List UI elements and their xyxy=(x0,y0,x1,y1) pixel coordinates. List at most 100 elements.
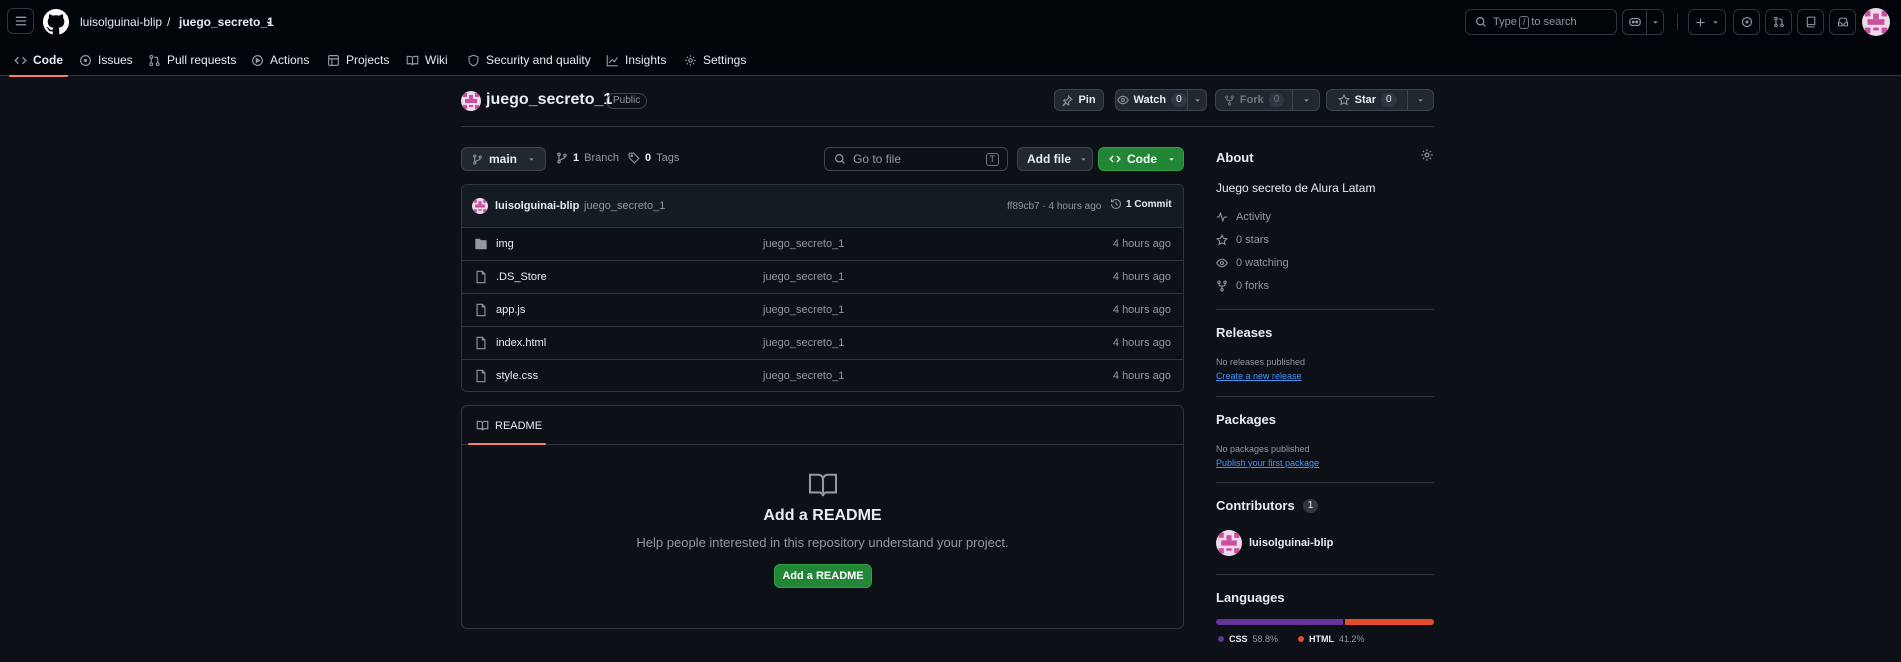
tab-settings[interactable]: Settings xyxy=(684,44,746,76)
contributors-heading[interactable]: Contributors 1 xyxy=(1216,498,1319,513)
github-logo[interactable] xyxy=(43,9,69,35)
file-commit-message[interactable]: juego_secreto_1 xyxy=(763,304,844,316)
tab-readme[interactable]: README xyxy=(476,419,542,432)
tab-wiki[interactable]: Wiki xyxy=(406,44,448,76)
copilot-button[interactable] xyxy=(1622,9,1664,35)
shield-icon xyxy=(468,54,479,66)
file-name[interactable]: app.js xyxy=(496,304,525,316)
repo-switcher-chevron-down-icon[interactable] xyxy=(264,18,274,28)
tab-security[interactable]: Security and quality xyxy=(467,44,591,76)
pull-requests-button[interactable] xyxy=(1765,9,1792,35)
tags-link[interactable]: 0 Tags xyxy=(628,152,679,164)
file-name[interactable]: img xyxy=(496,238,514,250)
commit-hash-time[interactable]: ff89cb7 · 4 hours ago xyxy=(1007,201,1101,212)
watch-segment[interactable]: Watch 0 xyxy=(1116,90,1187,110)
branches-link[interactable]: 1 Branch xyxy=(556,152,619,164)
github-octocat-icon xyxy=(43,9,69,35)
publish-package-link[interactable]: Publish your first package xyxy=(1216,458,1319,468)
user-avatar[interactable] xyxy=(1862,8,1890,36)
commit-author-avatar[interactable] xyxy=(472,198,488,214)
stars-link[interactable]: 0 stars xyxy=(1216,234,1269,246)
forks-link[interactable]: 0 forks xyxy=(1216,280,1269,292)
breadcrumb-repo[interactable]: juego_secreto_1 xyxy=(179,15,274,29)
add-readme-button[interactable]: Add a README xyxy=(774,564,872,588)
tab-code[interactable]: Code xyxy=(9,44,68,77)
gear-icon[interactable] xyxy=(1420,148,1434,162)
chevron-down-icon xyxy=(1303,98,1309,102)
repo-title[interactable]: juego_secreto_1 xyxy=(486,91,612,109)
file-commit-time: 4 hours ago xyxy=(1112,238,1171,250)
table-row[interactable]: .DS_Store juego_secreto_1 4 hours ago xyxy=(462,261,1183,294)
branch-selector-button[interactable]: main xyxy=(461,147,546,171)
contributor-item[interactable]: luisolguinai-blip xyxy=(1216,530,1333,556)
tab-issues[interactable]: Issues xyxy=(79,44,133,76)
file-name[interactable]: .DS_Store xyxy=(496,271,547,283)
table-row[interactable]: img juego_secreto_1 4 hours ago xyxy=(462,228,1183,261)
latest-commit-row: luisolguinai-blip juego_secreto_1 ff89cb… xyxy=(462,185,1183,228)
language-percent: 58.8% xyxy=(1252,634,1279,644)
breadcrumb-owner[interactable]: luisolguinai-blip xyxy=(80,15,162,29)
watching-link[interactable]: 0 watching xyxy=(1216,257,1289,269)
commit-message[interactable]: juego_secreto_1 xyxy=(584,200,665,212)
file-commit-message[interactable]: juego_secreto_1 xyxy=(763,271,844,283)
watch-dropdown[interactable] xyxy=(1187,90,1206,110)
add-file-button[interactable]: Add file xyxy=(1017,147,1093,171)
identicon-avatar-icon xyxy=(1216,530,1242,556)
copilot-segment[interactable] xyxy=(1623,10,1646,34)
folder-icon xyxy=(475,238,487,250)
contributor-name[interactable]: luisolguinai-blip xyxy=(1249,537,1333,549)
repositories-button[interactable] xyxy=(1797,9,1824,35)
star-segment[interactable]: Star 0 xyxy=(1327,90,1407,110)
packages-heading[interactable]: Packages xyxy=(1216,412,1276,427)
go-to-file-placeholder: Go to file xyxy=(853,152,902,166)
go-to-file-input[interactable]: Go to file T xyxy=(824,147,1008,171)
readme-tab-underline xyxy=(468,443,546,445)
create-new-segment[interactable] xyxy=(1689,10,1725,34)
tab-actions[interactable]: Actions xyxy=(251,44,309,76)
create-release-link[interactable]: Create a new release xyxy=(1216,371,1302,381)
table-row[interactable]: style.css juego_secreto_1 4 hours ago xyxy=(462,360,1183,391)
search-input[interactable]: Type / to search xyxy=(1465,9,1617,35)
commit-history-link[interactable]: 1 Commit xyxy=(1110,198,1172,210)
tab-pull-requests[interactable]: Pull requests xyxy=(148,44,236,76)
create-new-button[interactable] xyxy=(1688,9,1726,35)
fork-button[interactable]: Fork 0 xyxy=(1215,89,1320,111)
pin-button[interactable]: Pin xyxy=(1054,89,1104,111)
inbox-button[interactable] xyxy=(1829,9,1856,35)
table-row[interactable]: app.js juego_secreto_1 4 hours ago xyxy=(462,294,1183,327)
contributor-avatar[interactable] xyxy=(1216,530,1242,556)
fork-dropdown[interactable] xyxy=(1292,90,1319,110)
language-dot-css xyxy=(1218,636,1224,642)
visibility-badge: Public xyxy=(606,93,648,109)
git-pull-request-icon xyxy=(1773,16,1784,28)
fork-segment[interactable]: Fork 0 xyxy=(1216,90,1292,110)
file-commit-message[interactable]: juego_secreto_1 xyxy=(763,337,844,349)
gear-icon xyxy=(685,54,696,66)
tab-insights[interactable]: Insights xyxy=(606,44,666,76)
copilot-dropdown[interactable] xyxy=(1646,10,1663,34)
tab-insights-label: Insights xyxy=(625,53,667,67)
issues-button[interactable] xyxy=(1733,9,1760,35)
star-label: Star xyxy=(1354,94,1377,106)
file-commit-message[interactable]: juego_secreto_1 xyxy=(763,370,844,382)
code-download-button[interactable]: Code xyxy=(1098,147,1184,171)
tab-projects[interactable]: Projects xyxy=(327,44,389,76)
star-dropdown[interactable] xyxy=(1407,90,1433,110)
watch-button[interactable]: Watch 0 xyxy=(1115,89,1207,111)
language-item-html[interactable]: HTML 41.2% xyxy=(1298,634,1365,644)
chevron-down-icon xyxy=(1712,20,1718,24)
file-name[interactable]: index.html xyxy=(496,337,546,349)
commit-count: 1 Commit xyxy=(1126,198,1172,210)
tab-wiki-label: Wiki xyxy=(425,53,448,67)
commit-author[interactable]: luisolguinai-blip xyxy=(495,200,579,212)
table-row[interactable]: index.html juego_secreto_1 4 hours ago xyxy=(462,327,1183,360)
language-item-css[interactable]: CSS 58.8% xyxy=(1218,634,1278,644)
star-button[interactable]: Star 0 xyxy=(1326,89,1434,111)
hamburger-menu-button[interactable] xyxy=(7,8,34,34)
file-commit-message[interactable]: juego_secreto_1 xyxy=(763,238,844,250)
tab-security-label: Security and quality xyxy=(486,53,591,67)
activity-link[interactable]: Activity xyxy=(1216,211,1271,223)
file-name[interactable]: style.css xyxy=(496,370,538,382)
releases-heading[interactable]: Releases xyxy=(1216,325,1272,340)
repo-owner-avatar[interactable] xyxy=(461,91,481,111)
